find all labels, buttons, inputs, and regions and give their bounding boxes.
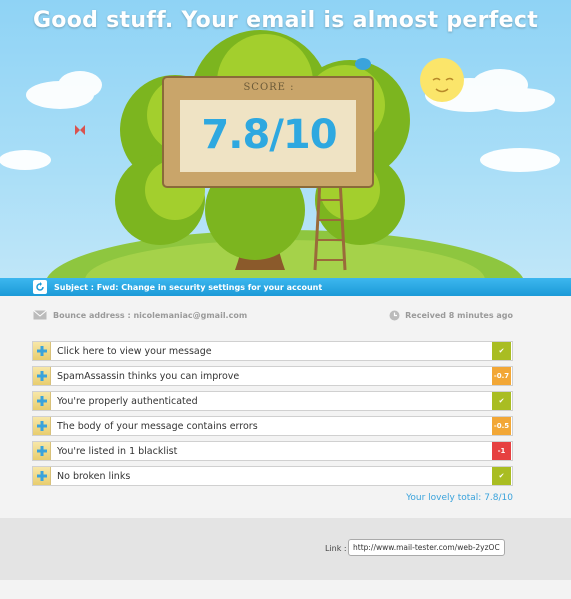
- result-row[interactable]: The body of your message contains errors…: [32, 416, 513, 436]
- score-badge: -1: [492, 442, 511, 460]
- result-label: SpamAssassin thinks you can improve: [57, 370, 240, 382]
- received-time-text: Received 8 minutes ago: [405, 311, 513, 320]
- footer: Link :: [0, 518, 571, 580]
- meta-row: Bounce address : nicolemaniac@gmail.com …: [33, 306, 513, 326]
- result-row[interactable]: You're listed in 1 blacklist -1: [32, 441, 513, 461]
- headline: Good stuff. Your email is almost perfect: [32, 8, 539, 33]
- bounce-address-text: Bounce address : nicolemaniac@gmail.com: [53, 310, 248, 320]
- sun-icon: [420, 58, 464, 102]
- result-row[interactable]: SpamAssassin thinks you can improve -0.7: [32, 366, 513, 386]
- link-field[interactable]: [348, 539, 505, 556]
- clock-icon: [389, 310, 400, 321]
- score-label: SCORE :: [243, 82, 295, 93]
- check-icon: ✔: [492, 342, 511, 360]
- results-list: Click here to view your message ✔ SpamAs…: [32, 341, 513, 491]
- expand-icon[interactable]: [33, 417, 51, 435]
- link-label: Link :: [325, 544, 347, 553]
- result-row[interactable]: No broken links ✔: [32, 466, 513, 486]
- score-badge: -0.5: [492, 417, 511, 435]
- result-label: You're properly authenticated: [57, 395, 198, 407]
- expand-icon[interactable]: [33, 367, 51, 385]
- result-label: The body of your message contains errors: [57, 420, 258, 432]
- score-badge: -0.7: [492, 367, 511, 385]
- check-icon: ✔: [492, 467, 511, 485]
- total-score: Your lovely total: 7.8/10: [406, 493, 513, 503]
- result-label: Click here to view your message: [57, 345, 212, 357]
- expand-icon[interactable]: [33, 342, 51, 360]
- subject-text: Subject : Fwd: Change in security settin…: [54, 282, 323, 292]
- mail-icon: [33, 310, 47, 320]
- expand-icon[interactable]: [33, 467, 51, 485]
- expand-icon[interactable]: [33, 442, 51, 460]
- result-row[interactable]: Click here to view your message ✔: [32, 341, 513, 361]
- received-time: Received 8 minutes ago: [389, 310, 513, 321]
- check-icon: ✔: [492, 392, 511, 410]
- hero-banner: Good stuff. Your email is almost perfect…: [0, 0, 571, 278]
- bounce-address: Bounce address : nicolemaniac@gmail.com: [33, 310, 247, 320]
- expand-icon[interactable]: [33, 392, 51, 410]
- score-value: 7.8/10: [201, 112, 337, 158]
- refresh-icon[interactable]: [33, 280, 47, 294]
- page-bottom: [0, 580, 571, 599]
- subject-bar: Subject : Fwd: Change in security settin…: [0, 278, 571, 296]
- result-label: No broken links: [57, 470, 131, 482]
- bird-icon: [355, 58, 371, 70]
- result-label: You're listed in 1 blacklist: [57, 445, 178, 457]
- result-row[interactable]: You're properly authenticated ✔: [32, 391, 513, 411]
